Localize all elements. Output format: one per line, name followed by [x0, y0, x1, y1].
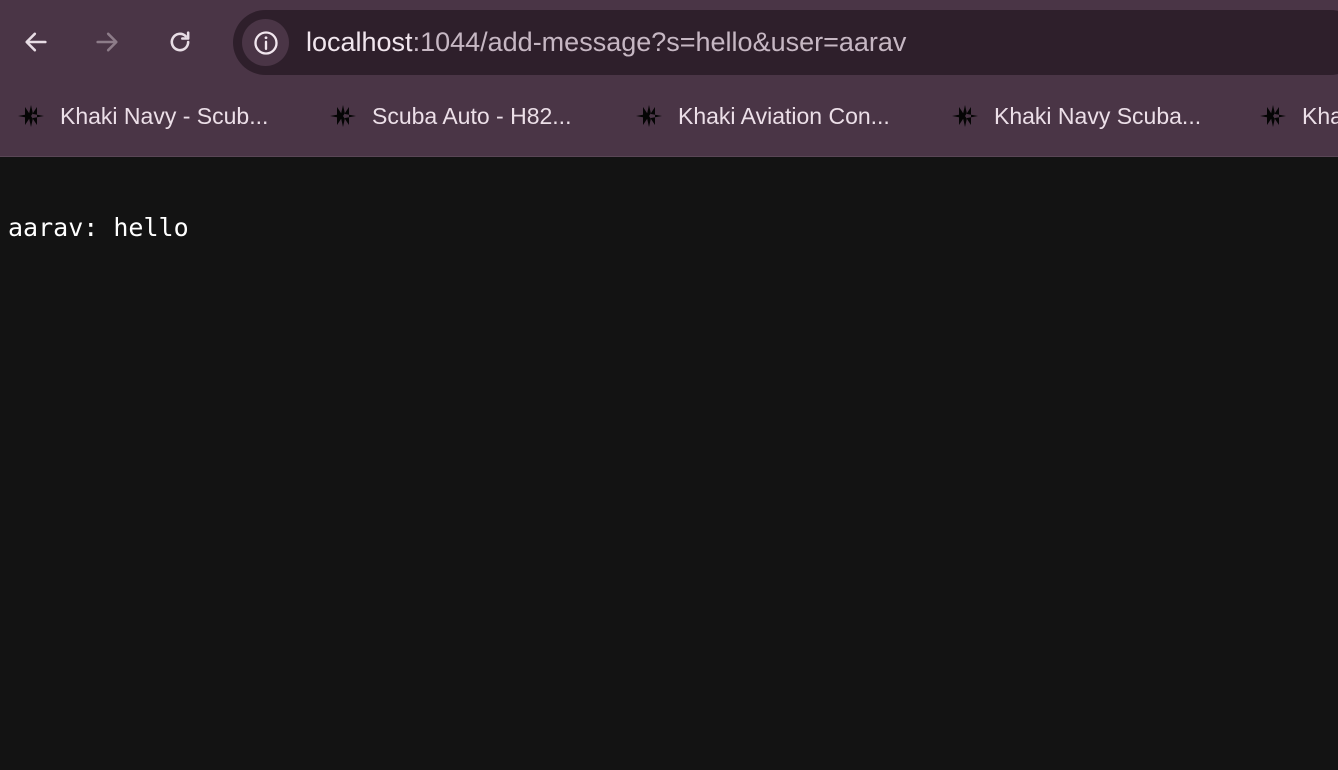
bookmark-label: Khaki Navy Scuba...: [994, 102, 1202, 129]
bookmark-item[interactable]: Khaki Aviation Con...: [634, 90, 890, 142]
bookmark-item[interactable]: Kha: [1258, 90, 1338, 142]
arrow-right-icon: [96, 32, 118, 52]
bookmark-label: Khaki Aviation Con...: [678, 102, 890, 129]
bookmarks-bar: Khaki Navy - Scub... Scuba Auto - H82...…: [0, 90, 1338, 142]
star-logo-icon: [952, 105, 978, 127]
arrow-left-icon: [25, 32, 47, 52]
browser-chrome: localhost:1044/add-message?s=hello&user=…: [0, 0, 1338, 157]
address-bar[interactable]: localhost:1044/add-message?s=hello&user=…: [233, 10, 1338, 75]
star-logo-icon: [18, 105, 44, 127]
url-path: :1044/add-message?s=hello&user=aarav: [412, 27, 907, 57]
url-host: localhost: [306, 27, 413, 57]
bookmark-label: Khaki Navy - Scub...: [60, 102, 269, 129]
reload-icon: [170, 31, 190, 52]
star-logo-icon: [330, 105, 356, 127]
reload-button[interactable]: [160, 22, 200, 62]
back-button[interactable]: [16, 22, 56, 62]
bookmark-item[interactable]: Khaki Navy Scuba...: [950, 90, 1201, 142]
page-content: aarav: hello: [0, 158, 1338, 770]
bookmark-label: Scuba Auto - H82...: [372, 102, 572, 129]
browser-toolbar: localhost:1044/add-message?s=hello&user=…: [0, 0, 1338, 84]
bookmark-item[interactable]: Scuba Auto - H82...: [328, 90, 571, 142]
star-logo-icon: [636, 105, 662, 127]
forward-button[interactable]: [87, 22, 127, 62]
site-info-button[interactable]: [242, 19, 289, 66]
message-text: aarav: hello: [8, 213, 189, 242]
bookmark-item[interactable]: Khaki Navy - Scub...: [16, 90, 268, 142]
url-text[interactable]: localhost:1044/add-message?s=hello&user=…: [306, 10, 906, 75]
star-logo-icon: [1260, 105, 1286, 127]
bookmark-label: Kha: [1302, 102, 1338, 129]
info-circle-icon: [253, 30, 278, 55]
